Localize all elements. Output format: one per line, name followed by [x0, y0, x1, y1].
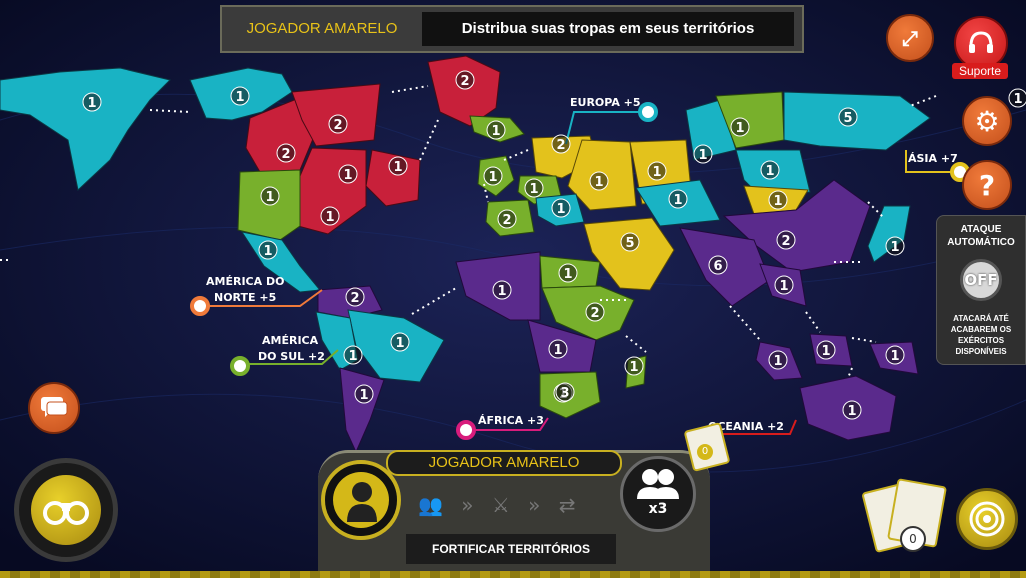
continent-label-asia: ÁSIA +7: [908, 152, 958, 165]
troop-count: 2: [781, 234, 790, 249]
troop-count: 1: [765, 164, 774, 179]
troop-count: 1: [348, 349, 357, 364]
phase-steps: 👥 » ⚔ » ⇄: [418, 493, 618, 523]
auto-attack-panel: ATAQUE AUTOMÁTICO OFF ATACARÁ ATÉ ACABARE…: [936, 215, 1026, 365]
troop-count: 1: [821, 344, 830, 359]
troop-count: 1: [1013, 92, 1022, 107]
troop-count: 1: [491, 124, 500, 139]
troop-count: 1: [529, 182, 538, 197]
instruction-message: Distribua suas tropas em seus território…: [422, 12, 794, 46]
cards-button[interactable]: 0: [861, 478, 950, 554]
target-icon: [969, 501, 1005, 537]
troop-count: 1: [673, 193, 682, 208]
binoculars-icon: [43, 501, 89, 525]
phase-label: FORTIFICAR TERRITÓRIOS: [406, 534, 616, 564]
troop-count: 1: [735, 121, 744, 136]
troop-count: 1: [235, 90, 244, 105]
soldiers-icon: [637, 469, 679, 499]
soldier-icon: 👥: [418, 493, 443, 517]
target-button[interactable]: [956, 488, 1018, 550]
current-player-label: JOGADOR AMARELO: [246, 20, 398, 37]
help-button[interactable]: ?: [962, 160, 1012, 210]
troop-count: 6: [713, 259, 722, 274]
troop-count: 1: [773, 354, 782, 369]
troop-count: 1: [556, 202, 565, 217]
troop-count: 1: [890, 349, 899, 364]
troop-count: 1: [890, 240, 899, 255]
card-count-small: 0: [697, 444, 713, 460]
troop-count: 1: [497, 284, 506, 299]
reinforcement-multiplier: x3: [648, 501, 668, 517]
chat-button[interactable]: [28, 382, 80, 434]
troop-count: 1: [325, 210, 334, 225]
settings-button[interactable]: ⚙: [962, 96, 1012, 146]
player-avatar: [321, 460, 401, 540]
troop-count: 2: [281, 147, 290, 162]
troop-count: 2: [590, 306, 599, 321]
troop-count: 2: [502, 213, 511, 228]
troop-count: 2: [333, 118, 342, 133]
troop-count: 2: [460, 74, 469, 89]
troop-count: 1: [359, 388, 368, 403]
troop-count: 5: [843, 111, 852, 126]
arrows-icon: »: [528, 493, 541, 517]
arrows-icon: »: [461, 493, 474, 517]
player-silhouette-icon: [347, 482, 377, 522]
troop-count: 1: [553, 343, 562, 358]
auto-attack-description: ATACARÁ ATÉ ACABAREM OS EXÉRCITOS DISPON…: [950, 314, 1012, 356]
chat-icon: [41, 397, 68, 417]
question-icon: ?: [978, 168, 996, 202]
troop-count: 2: [556, 138, 565, 153]
cards-count: 0: [900, 526, 926, 552]
troop-count: 1: [343, 168, 352, 183]
auto-attack-toggle[interactable]: OFF: [960, 259, 1002, 301]
fullscreen-button[interactable]: ⤢: [886, 14, 934, 62]
continent-label-america-norte-bonus: NORTE +5: [214, 291, 276, 304]
troop-count: 3: [560, 386, 569, 401]
troop-count: 1: [698, 148, 707, 163]
troop-count: 1: [263, 244, 272, 259]
troop-count: 2: [350, 291, 359, 306]
troop-count: 1: [488, 170, 497, 185]
bottom-border: [0, 571, 1026, 578]
fullscreen-icon: ⤢: [902, 26, 918, 50]
troop-count: 1: [265, 190, 274, 205]
troop-count: 1: [652, 165, 661, 180]
troop-count: 1: [563, 267, 572, 282]
troop-count: 1: [779, 279, 788, 294]
turn-banner: JOGADOR AMARELO Distribua suas tropas em…: [220, 5, 804, 53]
continent-label-america-norte: AMÉRICA DO: [206, 275, 284, 288]
troop-count: 1: [773, 194, 782, 209]
headset-icon: [969, 31, 993, 53]
troop-count: 1: [594, 175, 603, 190]
continent-label-america-sul: AMÉRICA: [262, 334, 319, 347]
move-icon: ⇄: [558, 493, 576, 517]
troop-count: 1: [87, 96, 96, 111]
continent-label-africa: ÁFRICA +3: [478, 414, 544, 427]
attack-icon: ⚔: [491, 493, 510, 517]
continent-label-america-sul-bonus: DO SUL +2: [258, 350, 325, 363]
troop-count: 1: [629, 360, 638, 375]
gear-icon: ⚙: [974, 104, 1000, 138]
troop-count: 1: [393, 160, 402, 175]
troop-count: 1: [395, 336, 404, 351]
support-button[interactable]: [954, 16, 1008, 70]
troop-count: 1: [847, 404, 856, 419]
troop-count: 5: [625, 236, 634, 251]
turn-player-label: JOGADOR AMARELO: [386, 450, 622, 476]
continent-label-europa: EUROPA +5: [570, 96, 641, 109]
support-label: Suporte: [952, 63, 1008, 79]
binoculars-button[interactable]: [14, 458, 118, 562]
auto-attack-title: ATAQUE AUTOMÁTICO: [947, 224, 1015, 248]
reinforcements-button[interactable]: x3: [620, 456, 696, 532]
